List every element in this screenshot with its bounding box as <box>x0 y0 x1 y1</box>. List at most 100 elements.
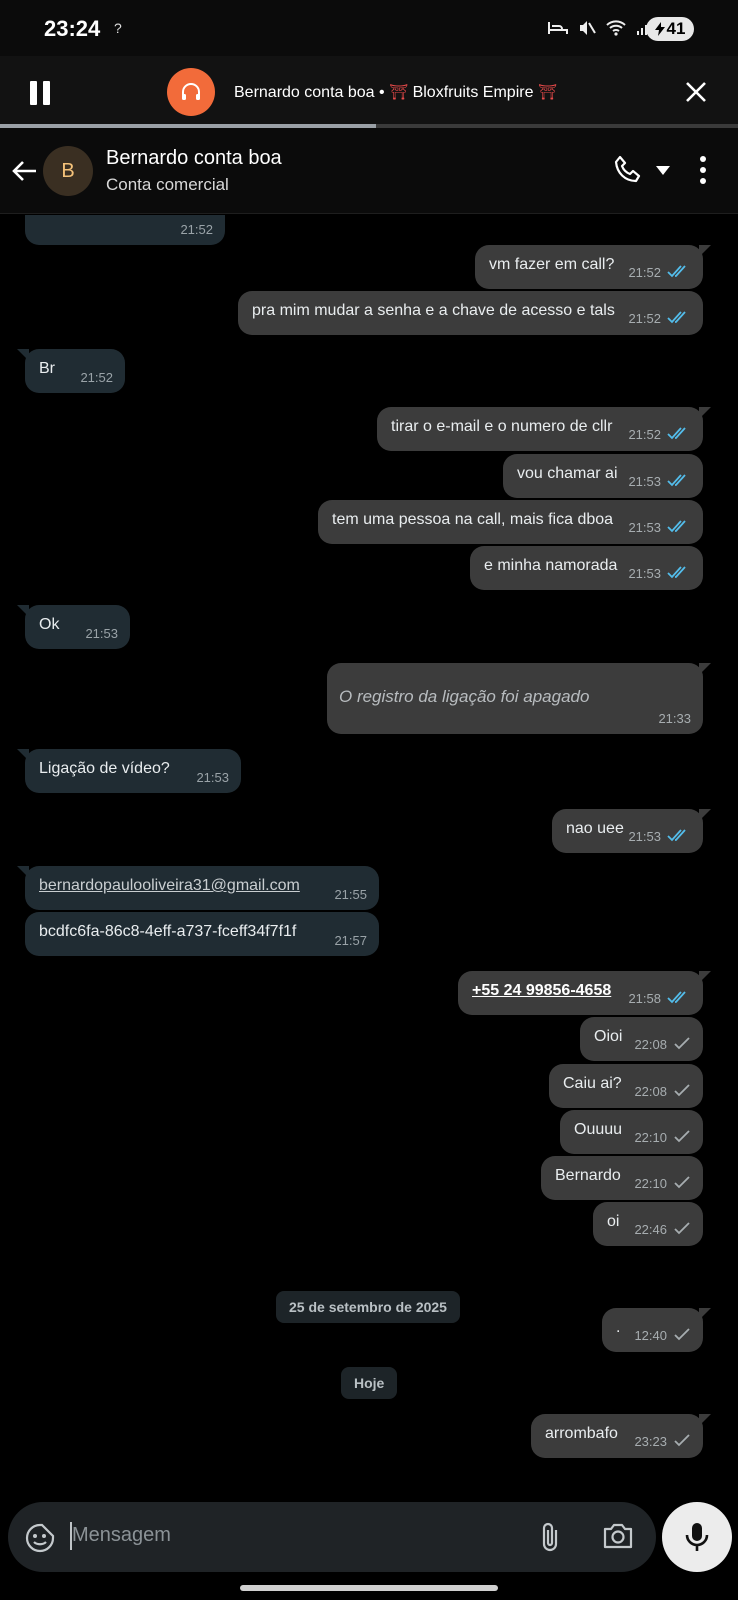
double-check-icon <box>667 310 691 327</box>
email-link[interactable]: bernardopaulooliveira31@gmail.com <box>39 877 300 895</box>
outgoing-message[interactable]: Oioi 22:08 <box>580 1017 703 1061</box>
outgoing-message[interactable]: Caiu ai? 22:08 <box>549 1064 703 1108</box>
outgoing-message[interactable]: oi 22:46 <box>593 1202 703 1246</box>
message-list[interactable]: 25 de setembro de 2025 Hoje Nome manoelo… <box>0 215 738 1499</box>
bubble-tail <box>17 349 29 361</box>
check-icon <box>673 1036 691 1053</box>
message-text: Oioi <box>594 1028 623 1045</box>
message-meta: 21:53 <box>628 519 691 536</box>
deleted-call-log[interactable]: O registro da ligação foi apagado 21:33 <box>327 663 711 734</box>
message-composer: Mensagem <box>8 1502 656 1572</box>
message-text: nao uee <box>566 820 624 837</box>
double-check-icon <box>667 565 691 582</box>
double-check-icon <box>667 426 691 443</box>
headphones-icon <box>182 83 200 100</box>
incoming-message[interactable]: Ok 21:53 <box>17 605 130 649</box>
message-meta: 21:58 <box>628 990 691 1007</box>
phone-number-link[interactable]: +55 24 99856-4658 <box>472 982 611 1000</box>
ongoing-call-bar[interactable]: Bernardo conta boa • ⛩ Bloxfruits Empire… <box>0 56 738 128</box>
message-time: 21:53 <box>628 474 661 489</box>
outgoing-message[interactable]: . 12:40 <box>602 1308 711 1352</box>
message-text: bcdfc6fa-86c8-4eff-a737-fceff34f7f1f <box>39 923 297 940</box>
contact-name[interactable]: Bernardo conta boa <box>106 147 282 170</box>
outgoing-message[interactable]: arrombafo 23:23 <box>531 1414 711 1458</box>
check-icon <box>673 1221 691 1238</box>
call-separator: • <box>379 84 385 101</box>
outgoing-message[interactable]: vou chamar ai 21:53 <box>503 454 703 498</box>
message-time: 21:53 <box>628 566 661 581</box>
message-text: . <box>616 1319 621 1336</box>
camera-icon[interactable] <box>602 1522 634 1550</box>
message-meta: 21:53 <box>85 626 118 641</box>
pause-icon[interactable] <box>30 81 52 105</box>
message-meta: 12:40 <box>634 1327 691 1344</box>
message-time: 21:52 <box>628 311 661 326</box>
incoming-message[interactable]: Br 21:52 <box>17 349 125 393</box>
message-meta: 21:52 <box>80 370 113 385</box>
battery-level: 41 <box>666 19 686 38</box>
paperclip-icon[interactable] <box>538 1520 562 1554</box>
message-meta: 22:08 <box>634 1083 691 1100</box>
outgoing-message[interactable]: Bernardo 22:10 <box>541 1156 703 1200</box>
back-arrow-icon[interactable] <box>10 156 40 186</box>
outgoing-message[interactable]: tirar o e-mail e o numero de cllr 21:52 <box>377 407 711 451</box>
charging-icon <box>654 22 665 36</box>
message-time: 22:08 <box>634 1084 667 1099</box>
message-time: 21:53 <box>85 626 118 641</box>
message-meta: 22:10 <box>634 1175 691 1192</box>
call-channel-name: Bernardo conta boa <box>234 84 375 101</box>
message-meta: 21:53 <box>196 770 229 785</box>
no-sim-signal-icon: ? <box>114 20 122 36</box>
message-time: 21:53 <box>628 829 661 844</box>
outgoing-message[interactable]: nao uee 21:53 <box>552 809 711 853</box>
home-indicator[interactable] <box>240 1585 498 1591</box>
outgoing-message[interactable]: vm fazer em call? 21:52 <box>475 245 711 289</box>
date-separator: 25 de setembro de 2025 <box>276 1291 460 1323</box>
sticker-icon[interactable] <box>24 1522 56 1554</box>
incoming-message[interactable]: bcdfc6fa-86c8-4eff-a737-fceff34f7f1f 21:5… <box>25 912 379 956</box>
message-input[interactable]: Mensagem <box>72 1524 171 1547</box>
message-text: O registro da ligação foi apagado <box>339 687 590 706</box>
outgoing-message[interactable]: e minha namorada 21:53 <box>470 546 703 590</box>
outgoing-message[interactable]: pra mim mudar a senha e a chave de acess… <box>238 291 703 335</box>
message-meta: 21:52 <box>628 426 691 443</box>
call-server-name: Bloxfruits Empire <box>412 84 534 101</box>
message-text: tem uma pessoa na call, mais fica dboa <box>332 511 614 528</box>
incoming-message[interactable]: bernardopaulooliveira31@gmail.com 21:55 <box>17 866 379 910</box>
incoming-message[interactable]: Ligação de vídeo? 21:53 <box>17 749 241 793</box>
message-text: oi <box>607 1213 620 1230</box>
microphone-button[interactable] <box>662 1502 732 1572</box>
avatar[interactable]: B <box>43 146 93 196</box>
message-text: vm fazer em call? <box>489 256 615 273</box>
close-icon[interactable] <box>684 80 708 104</box>
message-text: Bernardo <box>555 1167 621 1184</box>
message-meta: 21:53 <box>628 473 691 490</box>
phone-icon[interactable] <box>612 154 644 186</box>
outgoing-message[interactable]: +55 24 99856-4658 21:58 <box>458 971 711 1015</box>
message-meta: 21:53 <box>628 828 691 845</box>
check-icon <box>673 1129 691 1146</box>
chevron-down-icon[interactable] <box>656 166 670 175</box>
microphone-icon <box>685 1523 709 1551</box>
double-check-icon <box>667 264 691 281</box>
message-time: 22:46 <box>634 1222 667 1237</box>
message-time: 21:53 <box>196 770 229 785</box>
bubble-tail <box>699 245 711 257</box>
outgoing-message[interactable]: tem uma pessoa na call, mais fica dboa 21… <box>318 500 703 544</box>
more-options-icon[interactable] <box>700 156 706 184</box>
message-meta: 22:10 <box>634 1129 691 1146</box>
double-check-icon <box>667 990 691 1007</box>
message-time: 22:10 <box>634 1176 667 1191</box>
message-text: Ouuuu <box>574 1121 623 1138</box>
check-icon <box>673 1433 691 1450</box>
message-time: 21:52 <box>180 222 213 237</box>
incoming-message[interactable]: Nome manoelo21:52 <box>25 215 225 245</box>
outgoing-message[interactable]: Ouuuu 22:10 <box>560 1110 703 1154</box>
wifi-icon <box>606 20 626 36</box>
message-text: Ok <box>39 616 60 633</box>
message-meta: 22:08 <box>634 1036 691 1053</box>
message-meta: 21:55 <box>334 887 367 902</box>
check-icon <box>673 1083 691 1100</box>
message-time: 21:58 <box>628 991 661 1006</box>
message-meta: 21:33 <box>658 711 691 726</box>
